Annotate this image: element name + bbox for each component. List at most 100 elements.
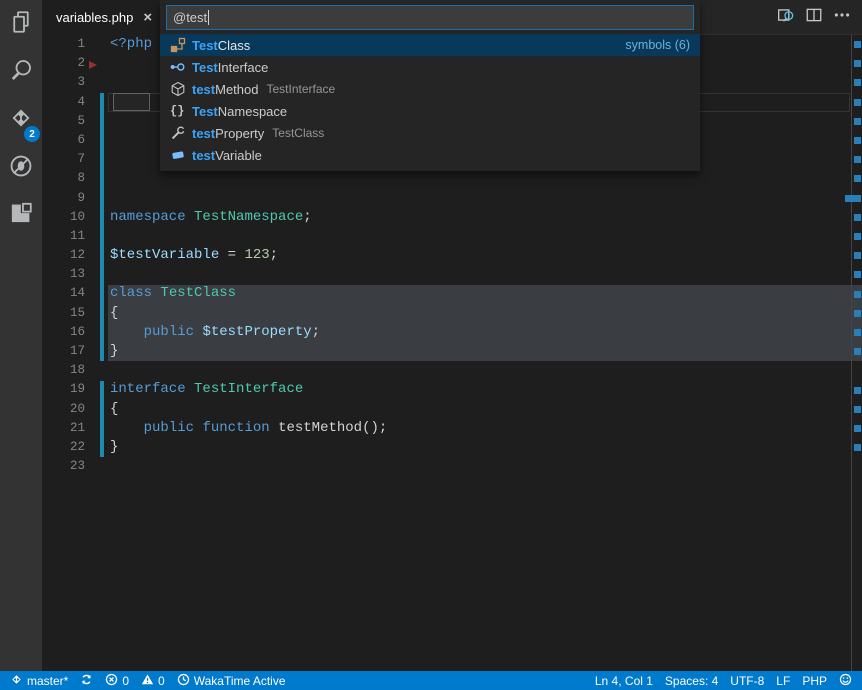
code-line-14[interactable]: 14class TestClass	[42, 284, 862, 303]
line-content	[85, 457, 110, 476]
status-errors[interactable]: 0	[99, 671, 135, 690]
ruler-mark	[854, 175, 861, 182]
line-content: public function testMethod();	[85, 419, 387, 438]
line-number[interactable]: 21	[42, 419, 85, 438]
status-encoding[interactable]: UTF-8	[724, 671, 770, 690]
activity-bar-search[interactable]	[0, 48, 42, 96]
line-number[interactable]: 16	[42, 323, 85, 342]
ruler-mark	[854, 444, 861, 451]
status-wakatime[interactable]: WakaTime Active	[171, 671, 292, 690]
status-git-branch[interactable]: master*	[4, 671, 74, 690]
line-number[interactable]: 23	[42, 457, 85, 476]
code-line-15[interactable]: 15{	[42, 304, 862, 323]
clock-icon	[177, 673, 194, 689]
line-content: {	[85, 304, 118, 323]
interface-icon	[170, 59, 192, 75]
code-line-11[interactable]: 11	[42, 227, 862, 246]
code-line-9[interactable]: 9	[42, 189, 862, 208]
activity-bar-debug[interactable]	[0, 144, 42, 192]
symbol-label: TestInterface	[192, 60, 268, 75]
line-number[interactable]: 9	[42, 189, 85, 208]
code-line-20[interactable]: 20{	[42, 400, 862, 419]
line-number[interactable]: 15	[42, 304, 85, 323]
line-number[interactable]: 14	[42, 284, 85, 303]
code-line-8[interactable]: 8	[42, 169, 862, 188]
line-number[interactable]: 19	[42, 380, 85, 399]
open-preview-button[interactable]	[772, 0, 800, 35]
status-indentation[interactable]: Spaces: 4	[659, 671, 724, 690]
code-line-17[interactable]: 17}	[42, 342, 862, 361]
quick-open-item-TestInterface[interactable]: TestInterface	[160, 56, 700, 78]
line-number[interactable]: 18	[42, 361, 85, 380]
symbol-search-input[interactable]: @test	[166, 5, 694, 30]
search-icon	[9, 58, 33, 87]
code-line-18[interactable]: 18	[42, 361, 862, 380]
symbol-label: TestNamespace	[192, 104, 287, 119]
line-content	[85, 189, 110, 208]
result-count-badge: symbols (6)	[625, 38, 690, 52]
split-editor-button[interactable]	[800, 0, 828, 35]
code-line-16[interactable]: 16 public $testProperty;	[42, 323, 862, 342]
activity-bar-extensions[interactable]	[0, 192, 42, 240]
overview-ruler[interactable]	[851, 35, 862, 671]
line-number[interactable]: 4	[42, 93, 85, 112]
status-sync[interactable]	[74, 671, 99, 690]
line-number[interactable]: 22	[42, 438, 85, 457]
code-line-21[interactable]: 21 public function testMethod();	[42, 419, 862, 438]
quick-open-item-TestClass[interactable]: TestClasssymbols (6)	[160, 34, 700, 56]
status-label: 0	[122, 674, 129, 688]
code-line-12[interactable]: 12$testVariable = 123;	[42, 246, 862, 265]
line-number[interactable]: 13	[42, 265, 85, 284]
preview-icon	[777, 6, 795, 29]
line-number[interactable]: 5	[42, 112, 85, 131]
editor-actions	[772, 0, 862, 34]
close-icon[interactable]: ×	[143, 10, 152, 25]
activity-bar: 2	[0, 0, 42, 671]
line-number[interactable]: 20	[42, 400, 85, 419]
quick-open-item-testVariable[interactable]: testVariable	[160, 144, 700, 166]
quick-open-item-testMethod[interactable]: testMethodTestInterface	[160, 78, 700, 100]
code-line-22[interactable]: 22}	[42, 438, 862, 457]
status-cursor-position[interactable]: Ln 4, Col 1	[589, 671, 659, 690]
line-number[interactable]: 6	[42, 131, 85, 150]
line-number[interactable]: 11	[42, 227, 85, 246]
activity-bar-explorer[interactable]	[0, 0, 42, 48]
quick-open-item-TestNamespace[interactable]: {}TestNamespace	[160, 100, 700, 122]
code-line-23[interactable]: 23	[42, 457, 862, 476]
ruler-mark	[854, 79, 861, 86]
status-eol[interactable]: LF	[770, 671, 796, 690]
ellipsis-icon	[833, 6, 851, 29]
ruler-mark	[854, 99, 861, 106]
more-actions-button[interactable]	[828, 0, 856, 35]
line-content	[85, 112, 110, 131]
status-language-mode[interactable]: PHP	[796, 671, 833, 690]
ruler-mark	[854, 60, 861, 67]
code-line-19[interactable]: 19interface TestInterface	[42, 380, 862, 399]
line-content: {	[85, 400, 118, 419]
status-label: PHP	[802, 674, 827, 688]
ruler-mark	[854, 425, 861, 432]
line-number[interactable]: 7	[42, 150, 85, 169]
status-warnings[interactable]: 0	[135, 671, 171, 690]
line-number[interactable]: 10	[42, 208, 85, 227]
line-content	[85, 93, 110, 112]
line-number[interactable]: 8	[42, 169, 85, 188]
tab-variables-php[interactable]: variables.php ×	[42, 0, 162, 35]
text-cursor	[208, 10, 209, 25]
code-line-13[interactable]: 13	[42, 265, 862, 284]
ruler-mark	[854, 233, 861, 240]
line-number[interactable]: 2	[42, 54, 85, 73]
line-number[interactable]: 17	[42, 342, 85, 361]
line-number[interactable]: 12	[42, 246, 85, 265]
activity-bar-source-control[interactable]: 2	[0, 96, 42, 144]
status-feedback[interactable]	[833, 671, 858, 690]
quick-open-input-wrap: @test	[160, 0, 700, 30]
line-number[interactable]: 1	[42, 35, 85, 54]
status-label: 0	[158, 674, 165, 688]
ruler-mark	[845, 195, 861, 202]
quick-open-item-testProperty[interactable]: testPropertyTestClass	[160, 122, 700, 144]
symbol-description: TestInterface	[267, 82, 336, 96]
line-number[interactable]: 3	[42, 73, 85, 92]
ruler-mark	[854, 329, 861, 336]
code-line-10[interactable]: 10namespace TestNamespace;	[42, 208, 862, 227]
